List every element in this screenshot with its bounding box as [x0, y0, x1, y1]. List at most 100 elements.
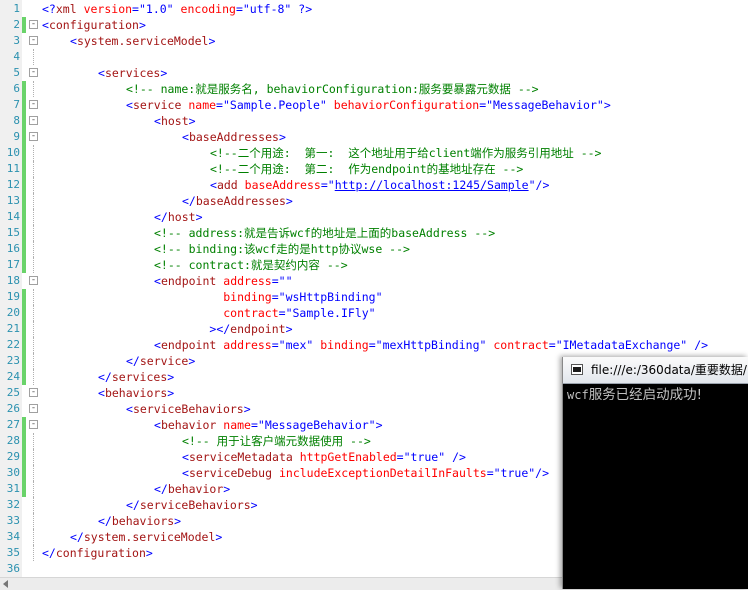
- line-number: 30: [6, 466, 20, 479]
- change-marker: [22, 481, 26, 497]
- code-token: address: [223, 338, 272, 352]
- change-marker: [22, 257, 26, 273]
- code-text: binding="wsHttpBinding": [154, 289, 382, 305]
- line-number: 6: [13, 82, 20, 95]
- code-line[interactable]: 21 ></endpoint>: [0, 321, 748, 337]
- console-window[interactable]: file:///e:/360data/重要数据/ wcf服务已经启动成功!: [562, 357, 748, 589]
- fold-toggle-icon[interactable]: -: [29, 36, 38, 45]
- code-text: <serviceBehaviors>: [126, 401, 251, 417]
- code-text: contract="Sample.IFly": [154, 305, 375, 321]
- code-line[interactable]: 13 </baseAddresses>: [0, 193, 748, 209]
- fold-toggle-icon[interactable]: -: [29, 20, 38, 29]
- code-text: <services>: [98, 65, 167, 81]
- code-token: </: [154, 482, 168, 496]
- line-number: 17: [6, 258, 20, 271]
- code-token: >: [223, 482, 231, 496]
- code-line[interactable]: 18- <endpoint address="": [0, 273, 748, 289]
- fold-guide: [33, 449, 35, 465]
- fold-toggle-icon[interactable]: -: [29, 276, 38, 285]
- fold-toggle-icon[interactable]: -: [29, 420, 38, 429]
- code-text: </baseAddresses>: [182, 193, 293, 209]
- fold-guide: [33, 353, 35, 369]
- fold-guide: [33, 49, 35, 65]
- code-token: "utf-8": [242, 2, 292, 16]
- change-marker: [22, 17, 26, 33]
- code-text: <!-- binding:该wcf走的是http协议wse -->: [154, 241, 410, 257]
- code-line[interactable]: 2- <configuration>: [0, 17, 748, 33]
- code-text: </behaviors>: [98, 513, 181, 529]
- code-line[interactable]: 5- <services>: [0, 65, 748, 81]
- code-line[interactable]: 10 <!--二个用途: 第一: 这个地址用于给client端作为服务引用地址 -…: [0, 145, 748, 161]
- code-line[interactable]: 14 </host>: [0, 209, 748, 225]
- code-token: includeExceptionDetailInFaults: [278, 466, 487, 480]
- code-line[interactable]: 7- <service name="Sample.People" behavior…: [0, 97, 748, 113]
- code-token: "mexHttpBinding": [375, 338, 487, 352]
- change-marker: [22, 209, 26, 225]
- code-line[interactable]: 20 contract="Sample.IFly": [0, 305, 748, 321]
- code-line[interactable]: 12 <add baseAddress="http://localhost:124…: [0, 177, 748, 193]
- change-marker: [22, 145, 26, 161]
- fold-toggle-icon[interactable]: -: [29, 388, 38, 397]
- code-token: contract: [493, 338, 549, 352]
- code-line[interactable]: 11 <!--二个用途: 第二: 作为endpoint的基地址存在 -->: [0, 161, 748, 177]
- line-number: 20: [6, 306, 20, 319]
- code-comment: <!-- 用于让客户端元数据使用 -->: [182, 434, 371, 448]
- fold-toggle-icon[interactable]: -: [29, 404, 38, 413]
- code-token: <: [98, 386, 105, 400]
- code-token: =: [271, 290, 279, 304]
- code-line[interactable]: 19 binding="wsHttpBinding": [0, 289, 748, 305]
- code-token: <: [154, 274, 161, 288]
- change-marker: [22, 529, 26, 545]
- change-marker: [22, 337, 26, 353]
- scroll-left-icon[interactable]: [3, 580, 8, 588]
- fold-toggle-icon[interactable]: -: [29, 116, 38, 125]
- fold-toggle-icon[interactable]: -: [29, 132, 38, 141]
- code-token: name: [223, 418, 251, 432]
- code-token: =: [271, 274, 279, 288]
- code-token: </: [70, 530, 84, 544]
- fold-toggle-icon[interactable]: -: [29, 68, 38, 77]
- fold-guide: [33, 145, 35, 161]
- code-token: />: [535, 466, 550, 480]
- code-token: serviceBehaviors: [132, 402, 244, 416]
- code-line[interactable]: 22 <endpoint address="mex" binding="mexHt…: [0, 337, 748, 353]
- code-line[interactable]: 4: [0, 49, 748, 65]
- code-line[interactable]: 1 <?xml version="1.0" encoding="utf-8" ?>: [0, 1, 748, 17]
- code-line[interactable]: 15 <!-- address:就是告诉wcf的地址是上面的baseAddress…: [0, 225, 748, 241]
- change-marker: [22, 193, 26, 209]
- line-number: 9: [13, 130, 20, 143]
- code-token: "true": [403, 450, 446, 464]
- line-number: 22: [6, 338, 20, 351]
- change-marker: [22, 561, 26, 577]
- code-token: "MessageBehavior": [257, 418, 376, 432]
- code-line[interactable]: 6 <!-- name:就是服务名, behaviorConfiguration:…: [0, 81, 748, 97]
- code-token: encoding: [180, 2, 236, 16]
- code-token: "": [278, 274, 293, 288]
- code-line[interactable]: 8- <host>: [0, 113, 748, 129]
- fold-guide: [33, 81, 35, 97]
- code-token: =: [368, 338, 376, 352]
- code-line[interactable]: 3- <system.serviceModel>: [0, 33, 748, 49]
- fold-guide: [33, 257, 35, 273]
- change-marker: [22, 417, 26, 433]
- fold-guide: [33, 177, 35, 193]
- line-number: 21: [6, 322, 20, 335]
- code-line[interactable]: 9- <baseAddresses>: [0, 129, 748, 145]
- fold-toggle-icon[interactable]: -: [29, 100, 38, 109]
- code-comment: <!--二个用途: 第二: 作为endpoint的基地址存在 -->: [210, 162, 524, 176]
- fold-guide: [33, 433, 35, 449]
- change-marker: [22, 289, 26, 305]
- line-number: 11: [6, 162, 20, 175]
- code-token: <: [126, 402, 133, 416]
- code-line[interactable]: 17 <!-- contract:就是契约内容 -->: [0, 257, 748, 273]
- line-number: 4: [13, 50, 20, 63]
- console-title-bar[interactable]: file:///e:/360data/重要数据/: [562, 357, 748, 384]
- code-token: "true": [493, 466, 536, 480]
- code-text: <!-- name:就是服务名, behaviorConfiguration:服…: [126, 81, 539, 97]
- change-marker: [22, 113, 26, 129]
- code-line[interactable]: 16 <!-- binding:该wcf走的是http协议wse -->: [0, 241, 748, 257]
- url-link[interactable]: http://localhost:1245/Sample: [335, 178, 529, 192]
- code-token: <: [126, 98, 133, 112]
